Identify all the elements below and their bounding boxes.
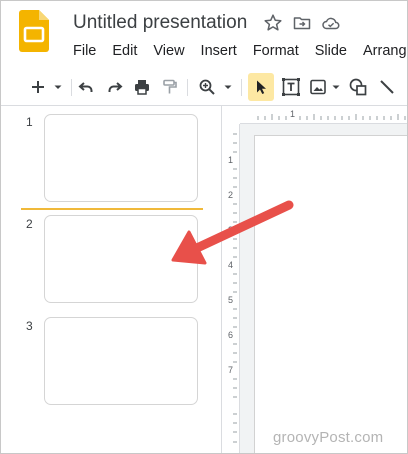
menu-file[interactable]: File	[65, 41, 104, 61]
slides-logo-icon[interactable]	[19, 10, 49, 52]
shape-icon[interactable]	[346, 73, 370, 101]
new-slide-dropdown-icon[interactable]	[51, 73, 65, 101]
select-cursor-icon[interactable]	[248, 73, 274, 101]
app-window: Untitled presentation File Edit View Ins…	[0, 0, 408, 454]
menu-insert[interactable]: Insert	[193, 41, 245, 61]
toolbar-separator	[187, 79, 188, 96]
move-to-folder-icon[interactable]	[292, 13, 312, 33]
slide-number: 3	[26, 319, 33, 333]
vertical-ruler[interactable]: 1 2 3 4 5 6 7	[222, 124, 240, 453]
new-slide-plus-icon[interactable]	[27, 73, 49, 101]
menu-view[interactable]: View	[145, 41, 192, 61]
menu-format[interactable]: Format	[245, 41, 307, 61]
star-icon[interactable]	[263, 13, 283, 33]
line-icon[interactable]	[375, 73, 399, 101]
slide-insert-indicator	[21, 208, 203, 210]
toolbar	[11, 73, 407, 101]
toolbar-separator	[241, 79, 242, 96]
print-icon[interactable]	[131, 73, 153, 101]
ruler-label: 6	[228, 330, 234, 340]
cloud-status-icon[interactable]	[321, 13, 341, 33]
slide-thumbnail-2[interactable]	[44, 215, 198, 303]
slide-number: 2	[26, 217, 33, 231]
image-dropdown-icon[interactable]	[329, 73, 343, 101]
menu-edit[interactable]: Edit	[104, 41, 145, 61]
ruler-corner	[222, 106, 240, 124]
paint-format-icon[interactable]	[159, 73, 181, 101]
slide-thumbnail-1[interactable]	[44, 114, 198, 202]
ruler-label: 1	[290, 109, 296, 119]
ruler-label: 2	[228, 190, 234, 200]
zoom-dropdown-icon[interactable]	[221, 73, 235, 101]
ruler-label: 4	[228, 260, 234, 270]
slide-number: 1	[26, 115, 33, 129]
ruler-label: 1	[228, 155, 234, 165]
zoom-icon[interactable]	[196, 73, 218, 101]
document-title[interactable]: Untitled presentation	[73, 12, 247, 34]
undo-icon[interactable]	[75, 73, 97, 101]
slide-canvas[interactable]: 1 1 2 3 4 5 6 7	[222, 106, 407, 453]
ruler-label: 5	[228, 295, 234, 305]
menu-bar: File Edit View Insert Format Slide Arran…	[65, 41, 407, 61]
image-icon[interactable]	[307, 73, 329, 101]
slide-filmstrip: 1 2 3	[1, 106, 221, 453]
redo-icon[interactable]	[104, 73, 126, 101]
slide-thumbnail-3[interactable]	[44, 317, 198, 405]
watermark: groovyPost.com	[273, 429, 384, 446]
menu-arrange[interactable]: Arrange	[355, 41, 407, 61]
menu-slide[interactable]: Slide	[307, 41, 355, 61]
text-box-icon[interactable]	[279, 73, 303, 101]
ruler-label: 7	[228, 365, 234, 375]
toolbar-separator	[71, 79, 72, 96]
ruler-label: 3	[228, 225, 234, 235]
current-slide-page[interactable]	[254, 135, 407, 453]
horizontal-ruler[interactable]: 1	[222, 106, 407, 124]
